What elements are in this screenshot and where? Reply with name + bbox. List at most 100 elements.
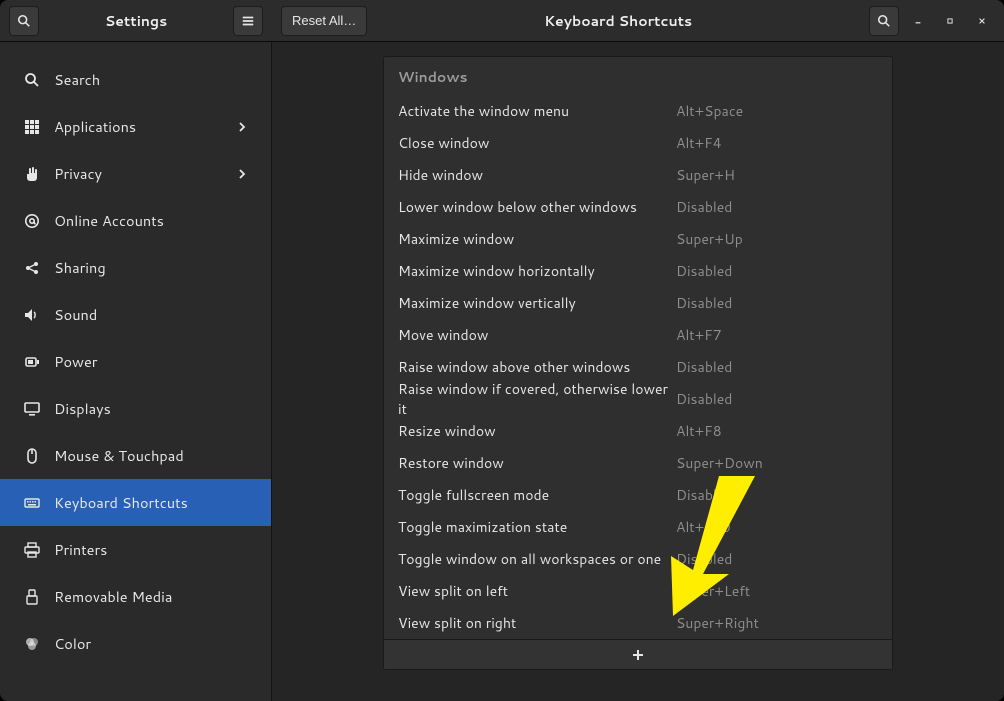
removable-icon [24, 589, 54, 605]
shortcut-accelerator: Disabled [676, 389, 878, 409]
shortcut-row[interactable]: Hide windowSuper+H [384, 159, 892, 191]
display-icon [24, 401, 54, 417]
shortcut-name: Close window [398, 133, 676, 153]
sidebar-item-applications[interactable]: Applications [0, 103, 271, 150]
apps-icon [24, 119, 54, 135]
shortcut-name: Hide window [398, 165, 676, 185]
settings-window: Settings Reset All… Keyboard Shortcuts S… [0, 0, 1004, 701]
shortcut-row[interactable]: Toggle window on all workspaces or oneDi… [384, 543, 892, 575]
search-icon [24, 72, 54, 88]
sidebar-item-label: Printers [54, 539, 247, 560]
hamburger-button[interactable] [233, 6, 263, 36]
section-heading: Windows [384, 57, 892, 95]
body: Search Applications Privacy Online Accounts… [0, 42, 1004, 701]
power-icon [24, 354, 54, 370]
shortcut-name: View split on left [398, 581, 676, 601]
shortcut-accelerator: Super+Left [676, 581, 878, 601]
add-shortcut-button[interactable] [384, 639, 892, 669]
shortcut-name: Move window [398, 325, 676, 345]
sidebar-item-label: Keyboard Shortcuts [54, 492, 247, 513]
sidebar-item-label: Mouse & Touchpad [54, 445, 247, 466]
minimize-icon [915, 16, 921, 26]
shortcut-row[interactable]: Maximize windowSuper+Up [384, 223, 892, 255]
shortcut-accelerator: Disabled [676, 197, 878, 217]
sidebar-item-label: Privacy [54, 163, 237, 184]
window-minimize-button[interactable] [905, 8, 931, 34]
shortcut-accelerator: Super+Up [676, 229, 878, 249]
printer-icon [24, 542, 54, 558]
shortcuts-panel: Windows Activate the window menuAlt+Spac… [383, 56, 893, 670]
shortcut-row[interactable]: Restore windowSuper+Down [384, 447, 892, 479]
sidebar-item-label: Color [54, 633, 247, 654]
shortcut-name: Resize window [398, 421, 676, 441]
shortcut-row[interactable]: Maximize window horizontallyDisabled [384, 255, 892, 287]
sidebar-item-sound[interactable]: Sound [0, 291, 271, 338]
shortcut-name: Raise window if covered, otherwise lower… [398, 379, 676, 419]
shortcut-name: Maximize window horizontally [398, 261, 676, 281]
search-button[interactable] [9, 6, 39, 36]
shortcut-accelerator: Disabled [676, 261, 878, 281]
shortcut-row[interactable]: Toggle fullscreen modeDisabled [384, 479, 892, 511]
shortcut-name: Maximize window vertically [398, 293, 676, 313]
sidebar-item-mouse[interactable]: Mouse & Touchpad [0, 432, 271, 479]
shortcut-row[interactable]: Maximize window verticallyDisabled [384, 287, 892, 319]
shortcut-accelerator: Alt+Space [676, 101, 878, 121]
shortcut-row[interactable]: View split on leftSuper+Left [384, 575, 892, 607]
shortcut-row[interactable]: Close windowAlt+F4 [384, 127, 892, 159]
shortcut-name: Restore window [398, 453, 676, 473]
share-icon [24, 260, 54, 276]
shortcut-row[interactable]: Toggle maximization stateAlt+F10 [384, 511, 892, 543]
sidebar-item-label: Search [54, 69, 247, 90]
sidebar-item-printers[interactable]: Printers [0, 526, 271, 573]
shortcut-accelerator: Disabled [676, 293, 878, 313]
sidebar-item-color[interactable]: Color [0, 620, 271, 667]
shortcut-accelerator: Super+Down [676, 453, 878, 473]
sidebar-item-sharing[interactable]: Sharing [0, 244, 271, 291]
sidebar-item-label: Online Accounts [54, 210, 247, 231]
shortcut-row[interactable]: Move windowAlt+F7 [384, 319, 892, 351]
sidebar-item-label: Sharing [54, 257, 247, 278]
keyboard-icon [24, 495, 54, 511]
shortcut-accelerator: Alt+F10 [676, 517, 878, 537]
reset-all-button[interactable]: Reset All… [281, 6, 367, 36]
titlebar: Settings Reset All… Keyboard Shortcuts [0, 0, 1004, 42]
hamburger-icon [241, 14, 255, 28]
sidebar-item-label: Power [54, 351, 247, 372]
sidebar-item-privacy[interactable]: Privacy [0, 150, 271, 197]
mouse-icon [24, 448, 54, 464]
sidebar-item-displays[interactable]: Displays [0, 385, 271, 432]
shortcut-name: Activate the window menu [398, 101, 676, 121]
shortcut-accelerator: Alt+F8 [676, 421, 878, 441]
sound-icon [24, 307, 54, 323]
hand-icon [24, 166, 54, 182]
sidebar-item-label: Displays [54, 398, 247, 419]
shortcut-row[interactable]: Activate the window menuAlt+Space [384, 95, 892, 127]
main-content: Windows Activate the window menuAlt+Spac… [272, 42, 1004, 701]
shortcut-name: Lower window below other windows [398, 197, 676, 217]
shortcut-name: Maximize window [398, 229, 676, 249]
sidebar-item-online-accounts[interactable]: Online Accounts [0, 197, 271, 244]
maximize-icon [947, 16, 953, 26]
sidebar-item-search[interactable]: Search [0, 56, 271, 103]
chevron-right-icon [237, 169, 247, 179]
sidebar: Search Applications Privacy Online Accounts… [0, 42, 272, 701]
shortcut-row[interactable]: Raise window if covered, otherwise lower… [384, 383, 892, 415]
shortcut-accelerator: Disabled [676, 549, 878, 569]
shortcut-name: Toggle window on all workspaces or one [398, 549, 676, 569]
window-maximize-button[interactable] [937, 8, 963, 34]
sidebar-item-removable[interactable]: Removable Media [0, 573, 271, 620]
sidebar-item-keyboard[interactable]: Keyboard Shortcuts [0, 479, 271, 526]
color-icon [24, 636, 54, 652]
shortcut-name: Toggle maximization state [398, 517, 676, 537]
search-shortcuts-button[interactable] [869, 6, 899, 36]
shortcut-accelerator: Super+H [676, 165, 878, 185]
shortcut-row[interactable]: Resize windowAlt+F8 [384, 415, 892, 447]
at-icon [24, 213, 54, 229]
window-close-button[interactable] [969, 8, 995, 34]
sidebar-item-power[interactable]: Power [0, 338, 271, 385]
shortcut-accelerator: Disabled [676, 485, 878, 505]
shortcut-row[interactable]: Lower window below other windowsDisabled [384, 191, 892, 223]
shortcut-row[interactable]: View split on rightSuper+Right [384, 607, 892, 639]
plus-icon [632, 649, 644, 661]
close-icon [979, 16, 985, 26]
